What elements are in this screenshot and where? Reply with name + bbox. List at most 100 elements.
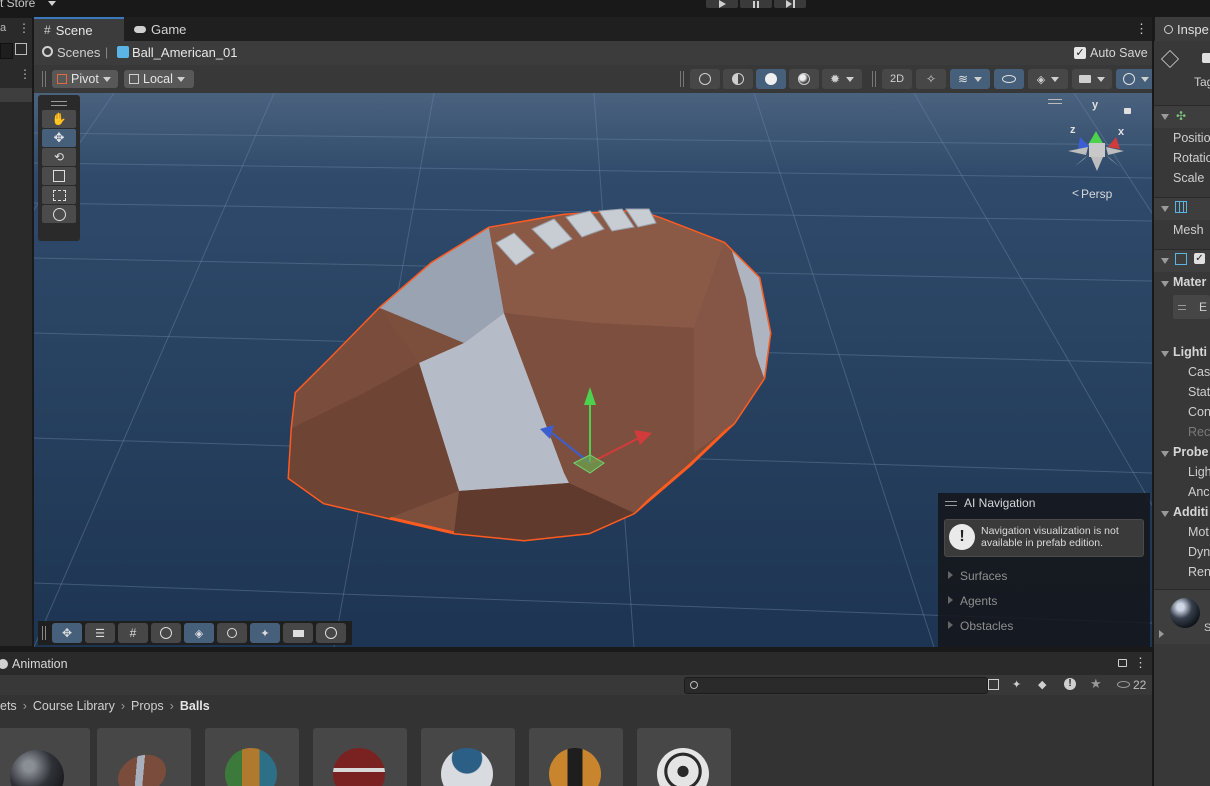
scene-visibility-button[interactable] [994,69,1024,89]
breadcrumb-props[interactable]: Props [131,699,164,713]
mesh-renderer-header[interactable]: ✓ [1154,249,1210,272]
breadcrumb-course-library[interactable]: Course Library [33,699,115,713]
hand-tool-button[interactable]: ✋ [42,110,76,128]
play-button[interactable] [706,0,738,8]
ai-nav-item-agents[interactable]: Agents [960,594,997,608]
overlay-compass-button[interactable] [316,623,346,643]
panel-divider-horizontal[interactable] [0,647,1152,652]
mesh-renderer-enabled-checkbox[interactable]: ✓ [1194,253,1205,264]
warning-filter-icon[interactable]: ! [1064,678,1076,690]
active-checkbox[interactable] [1202,53,1210,63]
overlay-move-button[interactable]: ✥ [52,623,82,643]
overlay-grid-button[interactable]: # [118,623,148,643]
asset-thumbnail-soccer-ball[interactable] [637,728,731,786]
move-tool-button[interactable]: ✥ [42,129,76,147]
gizmo-x-label[interactable]: x [1118,126,1124,138]
tab-animation[interactable]: Animation [0,652,80,675]
unlit-button[interactable] [789,69,819,89]
lighting-toggle-button[interactable]: ✧ [916,69,946,89]
search-by-type-icon[interactable] [988,679,999,690]
auto-save-checkbox[interactable]: ✓ [1074,47,1086,59]
camera-settings-button[interactable] [1072,69,1112,89]
step-button[interactable] [774,0,806,8]
material-preview-row[interactable]: S [1154,589,1210,644]
ai-nav-item-obstacles[interactable]: Obstacles [960,619,1013,633]
hierarchy-search-field[interactable] [0,43,13,59]
chevron-down-icon [974,76,983,82]
ai-nav-drag-handle[interactable] [945,501,957,506]
tag-filter-icon[interactable]: ◆ [1038,678,1046,691]
asset-store-label[interactable]: t Store [0,0,35,10]
toolbar-drag-handle[interactable] [42,71,46,87]
preview-fold-icon[interactable] [1159,630,1164,638]
persp-toggle[interactable]: Persp [1081,187,1112,201]
transform-tool-button[interactable] [42,205,76,223]
wireframe-button[interactable] [690,69,720,89]
local-dropdown[interactable]: Local [124,70,194,88]
panel-more-icon[interactable]: ⋮ [1134,655,1147,671]
scene-more-icon[interactable]: ⋮ [1135,21,1148,37]
unity-scenes-icon [42,46,53,57]
hierarchy-selected-row[interactable] [0,88,32,102]
toolbar-drag-handle-3[interactable] [872,71,876,87]
breadcrumb-assets[interactable]: ets [0,699,17,713]
2d-toggle-button[interactable]: 2D [882,69,912,89]
audio-effects-button[interactable]: ≋ [950,69,990,89]
gizmo-z-label[interactable]: z [1070,124,1076,136]
asset-thumbnail-orange-black-ball[interactable] [529,728,623,786]
ai-nav-item-surfaces[interactable]: Surfaces [960,569,1007,583]
hierarchy-more-icon[interactable]: ⋮ [19,67,31,81]
panel-divider-vertical[interactable] [1152,17,1154,786]
asset-thumbnail-american-football[interactable] [97,728,191,786]
overlay-search-button[interactable] [217,623,247,643]
additional-settings-fold-icon[interactable] [1161,511,1169,517]
gizmos-button[interactable] [1116,69,1156,89]
overlay-pivot-button[interactable]: ✦ [250,623,280,643]
material-element-field[interactable]: E [1173,295,1210,319]
materials-fold-icon[interactable] [1161,281,1169,287]
asset-thumbnail-red-ball[interactable] [313,728,407,786]
overlay-camera-button[interactable] [283,623,313,643]
filter-by-label-icon[interactable]: ✦ [1012,678,1021,691]
favorites-star-icon[interactable]: ★ [1090,676,1102,692]
shaded-wireframe-button[interactable] [723,69,753,89]
probes-fold-icon[interactable] [1161,451,1169,457]
asset-thumbnail-black-ball[interactable] [0,728,90,786]
lighting-fold-icon[interactable] [1161,351,1169,357]
rotate-tool-button[interactable]: ⟲ [42,148,76,166]
project-search-field[interactable] [684,677,988,694]
breadcrumb-balls[interactable]: Balls [180,699,210,713]
overlay-toolbar-handle[interactable] [42,626,46,640]
inspector-tab[interactable]: Inspe [1154,17,1210,41]
search-by-type-icon[interactable] [15,43,27,55]
overlay-layers-button[interactable]: ◈ [184,623,214,643]
overlay-shading-button[interactable] [151,623,181,643]
tools-drag-handle[interactable] [51,101,67,106]
breadcrumb-scenes[interactable]: Scenes [57,45,100,60]
gizmo-lock-icon[interactable] [1124,108,1131,114]
gizmo-drag-handle[interactable] [1048,99,1062,104]
overlay-align-button[interactable]: ☰ [85,623,115,643]
pivot-dropdown[interactable]: Pivot [52,70,118,88]
scale-tool-button[interactable] [42,167,76,185]
tab-scene[interactable]: # Scene [34,17,124,41]
asset-thumbnail-striped-ball[interactable] [205,728,299,786]
panel-lock-icon[interactable] [1118,659,1127,667]
breadcrumb-prefab[interactable]: Ball_American_01 [132,45,238,60]
project-search-input[interactable] [701,678,975,694]
debug-draw-button[interactable]: ✹ [822,69,862,89]
asset-store-dropdown-icon[interactable] [48,1,56,6]
toolbar-drag-handle-2[interactable] [680,71,684,87]
lock-icon[interactable]: a [0,22,6,34]
pause-button[interactable] [740,0,772,8]
gizmo-y-label[interactable]: y [1092,99,1098,111]
rect-tool-button[interactable] [42,186,76,204]
shaded-button[interactable] [756,69,786,89]
tab-game[interactable]: Game [126,17,196,41]
draw-mode-button[interactable]: ◈ [1028,69,1068,89]
scene-viewport[interactable]: y x z Persp < ✋ ✥ ⟲ ✥ ☰ # ◈ ✦ AI Navigat… [34,93,1152,647]
asset-thumbnail-white-blue-ball[interactable] [421,728,515,786]
more-icon[interactable]: ⋮ [18,21,30,35]
transform-header[interactable]: ✣ [1154,105,1210,128]
mesh-filter-header[interactable] [1154,197,1210,220]
